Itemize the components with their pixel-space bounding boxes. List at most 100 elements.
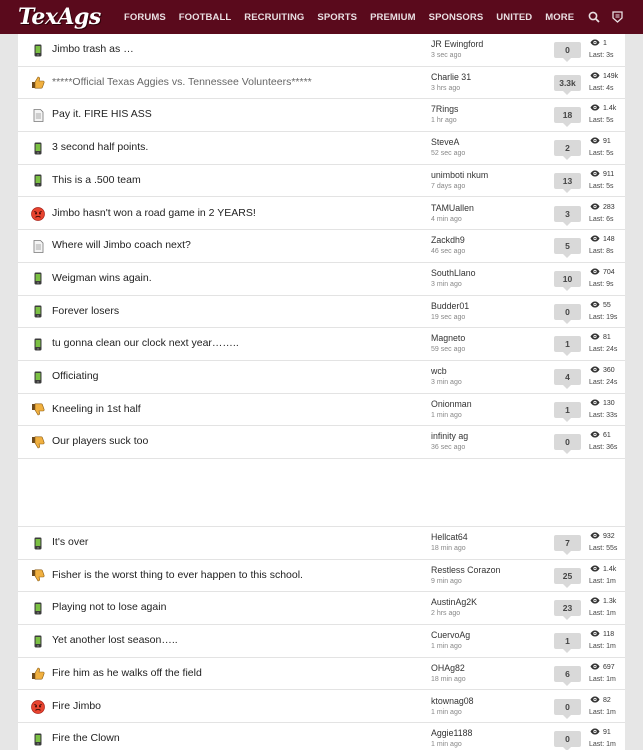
view-count-value: 1.3k	[603, 598, 617, 606]
thread-author[interactable]: CuervoAg	[431, 630, 470, 640]
last-post-time[interactable]: Last: 24s	[589, 346, 617, 353]
thread-row[interactable]: Fire Jimbo ktownag08 1 min ago 0 82 Last: 1m	[18, 691, 625, 724]
last-post-time[interactable]: Last: 1m	[589, 676, 616, 683]
last-post-time[interactable]: Last: 4s	[589, 85, 614, 92]
thread-author[interactable]: 7Rings	[431, 104, 458, 114]
thread-author[interactable]: wcb	[431, 366, 447, 376]
thread-title[interactable]: tu gonna clean our clock next year……..	[52, 337, 239, 349]
last-post-time[interactable]: Last: 1m	[589, 610, 616, 617]
thread-row[interactable]: Jimbo trash as … JR Ewingford 3 sec ago 0 1 L…	[18, 34, 625, 67]
thread-author[interactable]: Zackdh9	[431, 235, 465, 245]
thread-row[interactable]: Weigman wins again. SouthLlano 3 min ago 10…	[18, 263, 625, 296]
last-post-time[interactable]: Last: 5s	[589, 117, 614, 124]
thread-title[interactable]: This is a .500 team	[52, 174, 141, 186]
last-post-time[interactable]: Last: 9s	[589, 281, 614, 288]
thread-title[interactable]: *****Official Texas Aggies vs. Tennessee…	[52, 76, 312, 88]
thread-row[interactable]: 3 second half points. SteveA 52 sec ago 2 91…	[18, 132, 625, 165]
thread-author[interactable]: Magneto	[431, 333, 465, 343]
texags-logo[interactable]: TexAgs	[0, 0, 110, 34]
thread-title[interactable]: Jimbo trash as …	[52, 43, 134, 55]
thread-title[interactable]: Pay it. FIRE HIS ASS	[52, 108, 152, 120]
nav-forums[interactable]: FORUMS	[124, 12, 166, 23]
nav-premium[interactable]: PREMIUM	[370, 12, 416, 23]
thread-row[interactable]: Fisher is the worst thing to ever happen…	[18, 560, 625, 593]
thread-title[interactable]: Forever losers	[52, 305, 119, 317]
thread-author[interactable]: JR Ewingford	[431, 39, 483, 49]
thread-row[interactable]: Jimbo hasn't won a road game in 2 YEARS!…	[18, 198, 625, 231]
thread-title[interactable]: Fire Jimbo	[52, 700, 101, 712]
view-count-value: 149k	[603, 72, 619, 80]
thread-author[interactable]: SteveA	[431, 137, 459, 147]
last-post-time[interactable]: Last: 33s	[589, 412, 617, 419]
last-post-time[interactable]: Last: 55s	[589, 545, 617, 552]
thread-row[interactable]: Fire him as he walks off the field OHAg82…	[18, 658, 625, 691]
last-post-time[interactable]: Last: 1m	[589, 741, 616, 748]
thread-author[interactable]: Charlie 31	[431, 72, 471, 82]
nav-sports[interactable]: SPORTS	[317, 12, 357, 23]
nav-football[interactable]: FOOTBALL	[179, 12, 232, 23]
thread-title[interactable]: Yet another lost season…..	[52, 634, 178, 646]
phone-icon	[31, 370, 45, 384]
thread-row[interactable]: Our players suck too infinity ag 36 sec ag…	[18, 426, 625, 460]
thread-title[interactable]: Fire him as he walks off the field	[52, 667, 202, 679]
last-post-time[interactable]: Last: 36s	[589, 444, 617, 451]
thread-author[interactable]: unimboti nkum	[431, 170, 488, 180]
last-post-time[interactable]: Last: 19s	[589, 314, 617, 321]
nav-more[interactable]: MORE	[545, 12, 574, 23]
thread-title[interactable]: Weigman wins again.	[52, 272, 152, 284]
thread-row[interactable]: Kneeling in 1st half Onionman 1 min ago 1 13…	[18, 394, 625, 427]
view-count: 697	[590, 663, 615, 672]
last-post-time[interactable]: Last: 5s	[589, 183, 614, 190]
last-post-time[interactable]: Last: 8s	[589, 248, 614, 255]
view-count: 911	[590, 170, 614, 179]
last-post-time[interactable]: Last: 1m	[589, 643, 616, 650]
last-post-time[interactable]: Last: 5s	[589, 150, 614, 157]
nav-sponsors[interactable]: SPONSORS	[429, 12, 484, 23]
thread-title[interactable]: 3 second half points.	[52, 141, 148, 153]
thread-author[interactable]: AustinAg2K	[431, 597, 477, 607]
nav-united[interactable]: UNITED	[496, 12, 532, 23]
thread-title[interactable]: Officiating	[52, 370, 99, 382]
thread-row[interactable]: This is a .500 team unimboti nkum 7 days a…	[18, 165, 625, 198]
last-post-time[interactable]: Last: 1m	[589, 578, 616, 585]
last-post-time[interactable]: Last: 24s	[589, 379, 617, 386]
shield-icon[interactable]	[610, 10, 624, 24]
thread-author[interactable]: SouthLlano	[431, 268, 476, 278]
thread-author[interactable]: TAMUallen	[431, 203, 474, 213]
view-count-value: 82	[603, 696, 611, 704]
thread-row[interactable]: Pay it. FIRE HIS ASS 7Rings 1 hr ago 18 1.4k…	[18, 99, 625, 133]
thread-row[interactable]: Officiating wcb 3 min ago 4 360 Last: 24s	[18, 361, 625, 394]
last-post-time[interactable]: Last: 6s	[589, 216, 614, 223]
eye-icon	[590, 696, 603, 705]
thread-row[interactable]: Forever losers Budder01 19 sec ago 0 55 Last:…	[18, 296, 625, 329]
reply-count-badge: 18	[554, 107, 581, 128]
thread-row[interactable]: Fire the Clown Aggie1188 1 min ago 0 91 Last:…	[18, 723, 625, 750]
thread-author[interactable]: Restless Corazon	[431, 565, 500, 575]
thread-author[interactable]: Onionman	[431, 399, 472, 409]
thread-title[interactable]: Where will Jimbo coach next?	[52, 239, 191, 251]
thread-row[interactable]: *****Official Texas Aggies vs. Tennessee…	[18, 67, 625, 100]
nav-recruiting[interactable]: RECRUITING	[244, 12, 304, 23]
thread-row[interactable]: tu gonna clean our clock next year…….. Ma…	[18, 328, 625, 361]
thread-author[interactable]: OHAg82	[431, 663, 465, 673]
thread-title[interactable]: It's over	[52, 536, 88, 548]
thread-title[interactable]: Fire the Clown	[52, 732, 120, 744]
thread-title[interactable]: Fisher is the worst thing to ever happen…	[52, 569, 303, 581]
thread-title[interactable]: Jimbo hasn't won a road game in 2 YEARS!	[52, 207, 256, 219]
thread-author[interactable]: Hellcat64	[431, 532, 468, 542]
thread-title[interactable]: Kneeling in 1st half	[52, 403, 141, 415]
eye-icon	[590, 235, 603, 244]
thread-author[interactable]: ktownag08	[431, 696, 474, 706]
thread-title[interactable]: Our players suck too	[52, 435, 148, 447]
thread-title[interactable]: Playing not to lose again	[52, 601, 166, 613]
search-icon[interactable]	[587, 10, 601, 24]
thread-row[interactable]: Playing not to lose again AustinAg2K 2 hrs…	[18, 592, 625, 626]
last-post-time[interactable]: Last: 1m	[589, 709, 616, 716]
thread-author[interactable]: Budder01	[431, 301, 469, 311]
thread-row[interactable]: Yet another lost season….. CuervoAg 1 min …	[18, 625, 625, 658]
thread-row[interactable]: Where will Jimbo coach next? Zackdh9 46 se…	[18, 230, 625, 263]
last-post-time[interactable]: Last: 3s	[589, 52, 614, 59]
thread-author[interactable]: Aggie1188	[431, 728, 472, 738]
thread-row[interactable]: It's over Hellcat64 18 min ago 7 932 Last: 55…	[18, 527, 625, 560]
thread-author[interactable]: infinity ag	[431, 431, 468, 441]
